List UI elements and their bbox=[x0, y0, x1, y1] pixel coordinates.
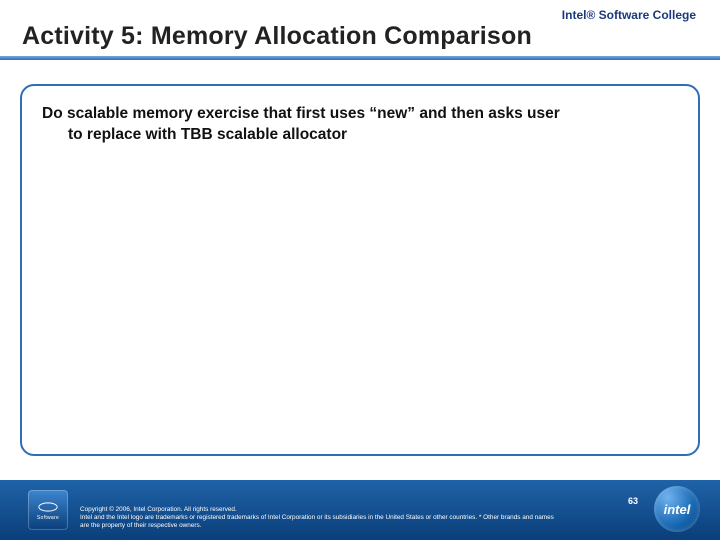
brand-label: Intel® Software College bbox=[562, 8, 696, 22]
badge-caption: Software bbox=[37, 516, 59, 521]
page-number: 63 bbox=[628, 496, 638, 506]
legal-text: Copyright © 2006, Intel Corporation. All… bbox=[80, 506, 560, 530]
content-box: Do scalable memory exercise that first u… bbox=[20, 84, 700, 456]
legal-line-1: Copyright © 2006, Intel Corporation. All… bbox=[80, 506, 560, 514]
intel-logo-text: intel bbox=[664, 502, 691, 517]
intel-logo-icon: intel bbox=[654, 486, 700, 532]
body-text: Do scalable memory exercise that first u… bbox=[42, 104, 678, 146]
title-divider bbox=[0, 56, 720, 60]
slide-title: Activity 5: Memory Allocation Comparison bbox=[22, 22, 532, 51]
legal-line-2: Intel and the Intel logo are trademarks … bbox=[80, 514, 560, 530]
footer-bar: Software Copyright © 2006, Intel Corpora… bbox=[0, 480, 720, 540]
slide: Intel® Software College Activity 5: Memo… bbox=[0, 0, 720, 540]
body-line-1: Do scalable memory exercise that first u… bbox=[42, 105, 560, 122]
intel-software-badge-icon: Software bbox=[28, 490, 68, 530]
intel-swoosh-icon bbox=[37, 499, 59, 515]
body-line-2: to replace with TBB scalable allocator bbox=[42, 125, 678, 146]
